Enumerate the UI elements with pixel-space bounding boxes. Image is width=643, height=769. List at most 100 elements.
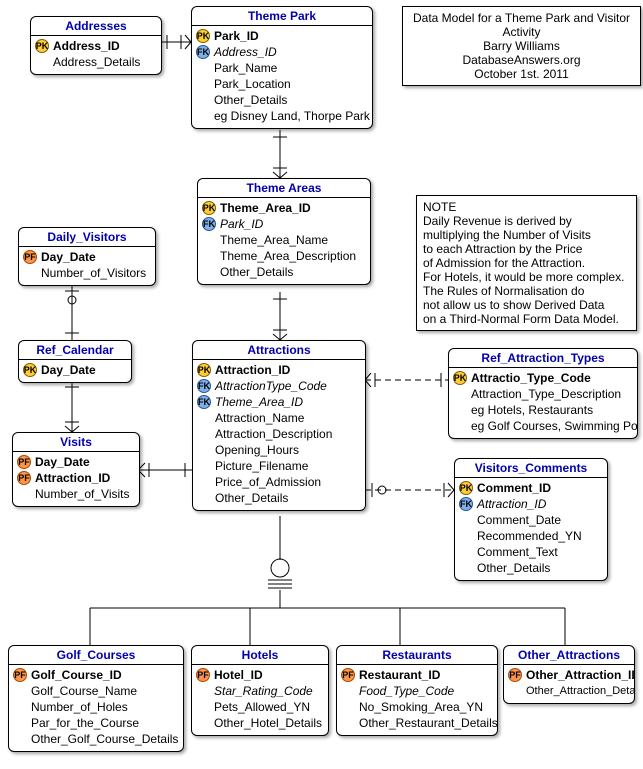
entity-title: Theme Park [192, 7, 372, 26]
entity-title: Other_Attractions [504, 646, 634, 665]
pk-badge: PK [35, 39, 49, 53]
note-line: to each Attraction by the Price [423, 242, 630, 256]
attr: Other_Details [215, 490, 288, 506]
entity-title: Visitors_Comments [455, 459, 607, 478]
fk-badge: FK [459, 497, 473, 511]
note-line: Daily Revenue is derived by [423, 214, 630, 228]
entity-title: Theme Areas [198, 179, 370, 198]
attr: AttractionType_Code [215, 378, 327, 394]
attr: Day_Date [35, 454, 90, 470]
attr: No_Smoking_Area_YN [359, 699, 483, 715]
entity-title: Ref_Attraction_Types [449, 349, 637, 368]
attr: Golf_Course_Name [31, 683, 137, 699]
diagram-meta: Data Model for a Theme Park and Visitor … [402, 6, 641, 86]
attr: Hotel_ID [214, 667, 263, 683]
attr: Day_Date [41, 362, 96, 378]
attr: Picture_Filename [215, 458, 308, 474]
pf-badge: PF [341, 668, 355, 682]
attr: Address_ID [53, 38, 120, 54]
pk-badge: PK [459, 481, 473, 495]
fk-badge: FK [196, 45, 210, 59]
pk-badge: PK [196, 29, 210, 43]
entity-golf-courses: Golf_Courses PFGolf_Course_ID Golf_Cours… [8, 645, 184, 752]
attr: Park_Name [214, 60, 277, 76]
attr: Star_Rating_Code [214, 683, 313, 699]
entity-title: Restaurants [337, 646, 497, 665]
entity-hotels: Hotels PF Hotel_ID Star_Rating_Code Pets_… [191, 645, 329, 736]
attr: Theme_Area_Name [220, 232, 328, 248]
meta-line: DatabaseAnswers.org [409, 53, 634, 67]
meta-line: Data Model for a Theme Park and Visitor … [409, 11, 634, 39]
entity-visitors-comments: Visitors_Comments PK Comment_ID FK Attract… [454, 458, 608, 581]
meta-line: October 1st. 2011 [409, 67, 634, 81]
attr: eg Golf Courses, Swimming Pools [471, 418, 638, 434]
attr: Opening_Hours [215, 442, 299, 458]
attr: Address_Details [53, 54, 140, 70]
pk-badge: PK [23, 363, 37, 377]
pf-badge: PF [17, 455, 31, 469]
attr: Other_Details [214, 92, 287, 108]
entity-ref-attraction-types: Ref_Attraction_Types PK Attractio_Type_Co… [448, 348, 638, 439]
entity-title: Attractions [193, 341, 365, 360]
attr: Other_Restaurant_Details [359, 715, 498, 731]
fk-badge: FK [197, 379, 211, 393]
attr: Attraction_ID [35, 470, 110, 486]
attr: Other_Details [220, 264, 293, 280]
attr: Pets_Allowed_YN [214, 699, 310, 715]
attr: Attraction_ID [477, 496, 546, 512]
attr: Par_for_the_Course [31, 715, 139, 731]
attr: Park_ID [214, 28, 259, 44]
note-line: on a Third-Normal Form Data Model. [423, 312, 630, 326]
attr: Attraction_Description [215, 426, 332, 442]
note-line: For Hotels, it would be more complex. [423, 270, 630, 284]
entity-visits: Visits PFDay_Date PFAttraction_ID Number… [12, 432, 140, 507]
attr: Theme_Area_ID [220, 200, 311, 216]
fk-badge: FK [202, 217, 216, 231]
attr: eg Disney Land, Thorpe Park [214, 108, 370, 124]
attr: Comment_ID [477, 480, 551, 496]
attr: Food_Type_Code [359, 683, 454, 699]
attr: Attraction_ID [215, 362, 290, 378]
attr: Other_Golf_Course_Details [31, 731, 178, 747]
entity-other-attractions: Other_Attractions PFOther_Attraction_ID … [503, 645, 635, 704]
pf-badge: PF [196, 668, 210, 682]
pk-badge: PK [197, 363, 211, 377]
attr: Number_of_Visitors [41, 265, 146, 281]
fk-badge: FK [197, 395, 211, 409]
entity-attractions: Attractions PK Attraction_ID FK Attraction… [192, 340, 366, 511]
pk-badge: PK [202, 201, 216, 215]
attr: Park_ID [220, 216, 263, 232]
attr: eg Hotels, Restaurants [471, 402, 593, 418]
entity-title: Hotels [192, 646, 328, 665]
diagram-note: NOTE Daily Revenue is derived by multipl… [416, 195, 637, 331]
pk-badge: PK [453, 371, 467, 385]
attr: Address_ID [214, 44, 277, 60]
entity-title: Ref_Calendar [19, 341, 131, 360]
attr: Day_Date [41, 249, 96, 265]
note-line: of Admission for the Attraction. [423, 256, 630, 270]
pf-badge: PF [17, 471, 31, 485]
note-line: not allow us to show Derived Data [423, 298, 630, 312]
attr: Price_of_Admission [215, 474, 321, 490]
entity-ref-calendar: Ref_Calendar PK Day_Date [18, 340, 132, 383]
attr: Other_Attraction_Details [526, 683, 635, 699]
attr: Other_Details [477, 560, 550, 576]
pf-badge: PF [13, 668, 27, 682]
attr: Attractio_Type_Code [471, 370, 591, 386]
attr: Other_Attraction_ID [526, 667, 635, 683]
attr: Restaurant_ID [359, 667, 440, 683]
entity-title: Addresses [31, 17, 161, 36]
pf-badge: PF [23, 250, 37, 264]
attr: Attraction_Name [215, 410, 304, 426]
attr: Park_Location [214, 76, 291, 92]
meta-line: Barry Williams [409, 39, 634, 53]
attr: Comment_Text [477, 544, 558, 560]
attr: Number_of_Holes [31, 699, 128, 715]
entity-restaurants: Restaurants PF Restaurant_ID Food_Type_Co… [336, 645, 498, 736]
entity-title: Golf_Courses [9, 646, 183, 665]
entity-daily-visitors: Daily_Visitors PF Day_Date Number_of_Visi… [18, 227, 156, 286]
attr: Theme_Area_Description [220, 248, 356, 264]
attr: Attraction_Type_Description [471, 386, 621, 402]
entity-title: Visits [13, 433, 139, 452]
entity-title: Daily_Visitors [19, 228, 155, 247]
